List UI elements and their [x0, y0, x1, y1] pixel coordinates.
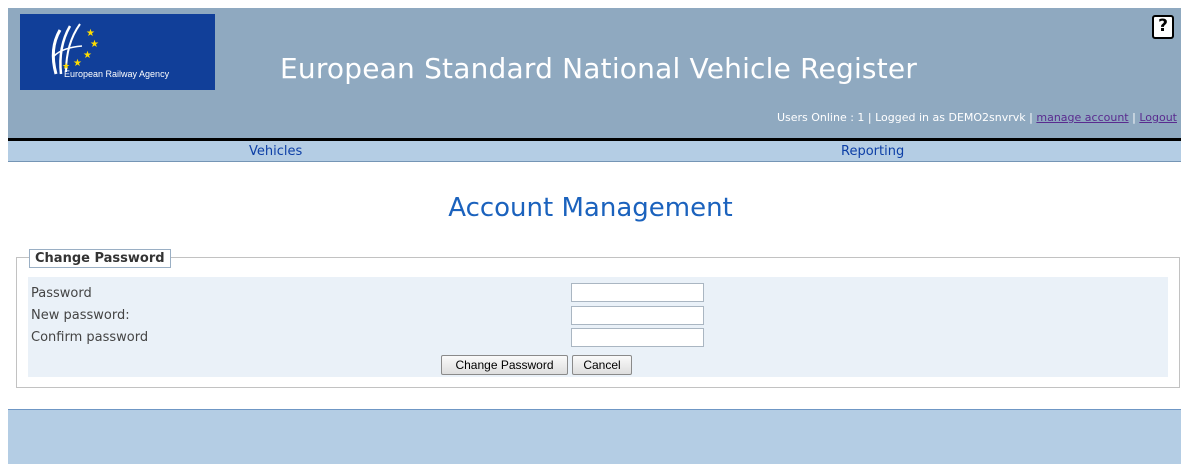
logo-caption: European Railway Agency	[64, 69, 170, 79]
password-label: Password	[31, 286, 92, 301]
user-status-bar: Users Online : 1 | Logged in as DEMO2snv…	[777, 111, 1177, 124]
nav-reporting[interactable]: Reporting	[841, 144, 904, 159]
cancel-button[interactable]: Cancel	[572, 355, 632, 375]
page-footer	[8, 410, 1181, 464]
users-online-text: Users Online : 1 | Logged in as DEMO2snv…	[776, 111, 1037, 124]
main-nav: Vehicles Reporting	[8, 141, 1181, 162]
fieldset-legend: Change Password	[29, 247, 171, 268]
change-password-form: Password New password: Confirm password …	[28, 277, 1168, 377]
legend-label: Change Password	[29, 249, 171, 268]
site-header: ★ ★ ★ ★ ★ European Railway Agency Europe…	[8, 8, 1181, 138]
svg-text:★: ★	[83, 50, 92, 61]
confirm-password-input[interactable]	[571, 328, 704, 347]
link-separator: |	[1128, 111, 1140, 124]
logout-link[interactable]: Logout	[1139, 111, 1177, 124]
svg-text:★: ★	[73, 58, 82, 69]
svg-text:★: ★	[86, 28, 95, 39]
manage-account-link[interactable]: manage account	[1036, 111, 1128, 124]
new-password-label: New password:	[31, 308, 130, 323]
help-question-icon[interactable]: ?	[1152, 15, 1174, 39]
page-title: Account Management	[448, 193, 733, 223]
confirm-password-label: Confirm password	[31, 330, 149, 345]
era-logo: ★ ★ ★ ★ ★ European Railway Agency	[20, 14, 215, 90]
change-password-button[interactable]: Change Password	[441, 355, 568, 375]
svg-text:★: ★	[90, 39, 99, 50]
new-password-input[interactable]	[571, 306, 704, 325]
nav-vehicles[interactable]: Vehicles	[249, 144, 302, 159]
password-input[interactable]	[571, 283, 704, 302]
site-title: European Standard National Vehicle Regis…	[280, 52, 918, 85]
